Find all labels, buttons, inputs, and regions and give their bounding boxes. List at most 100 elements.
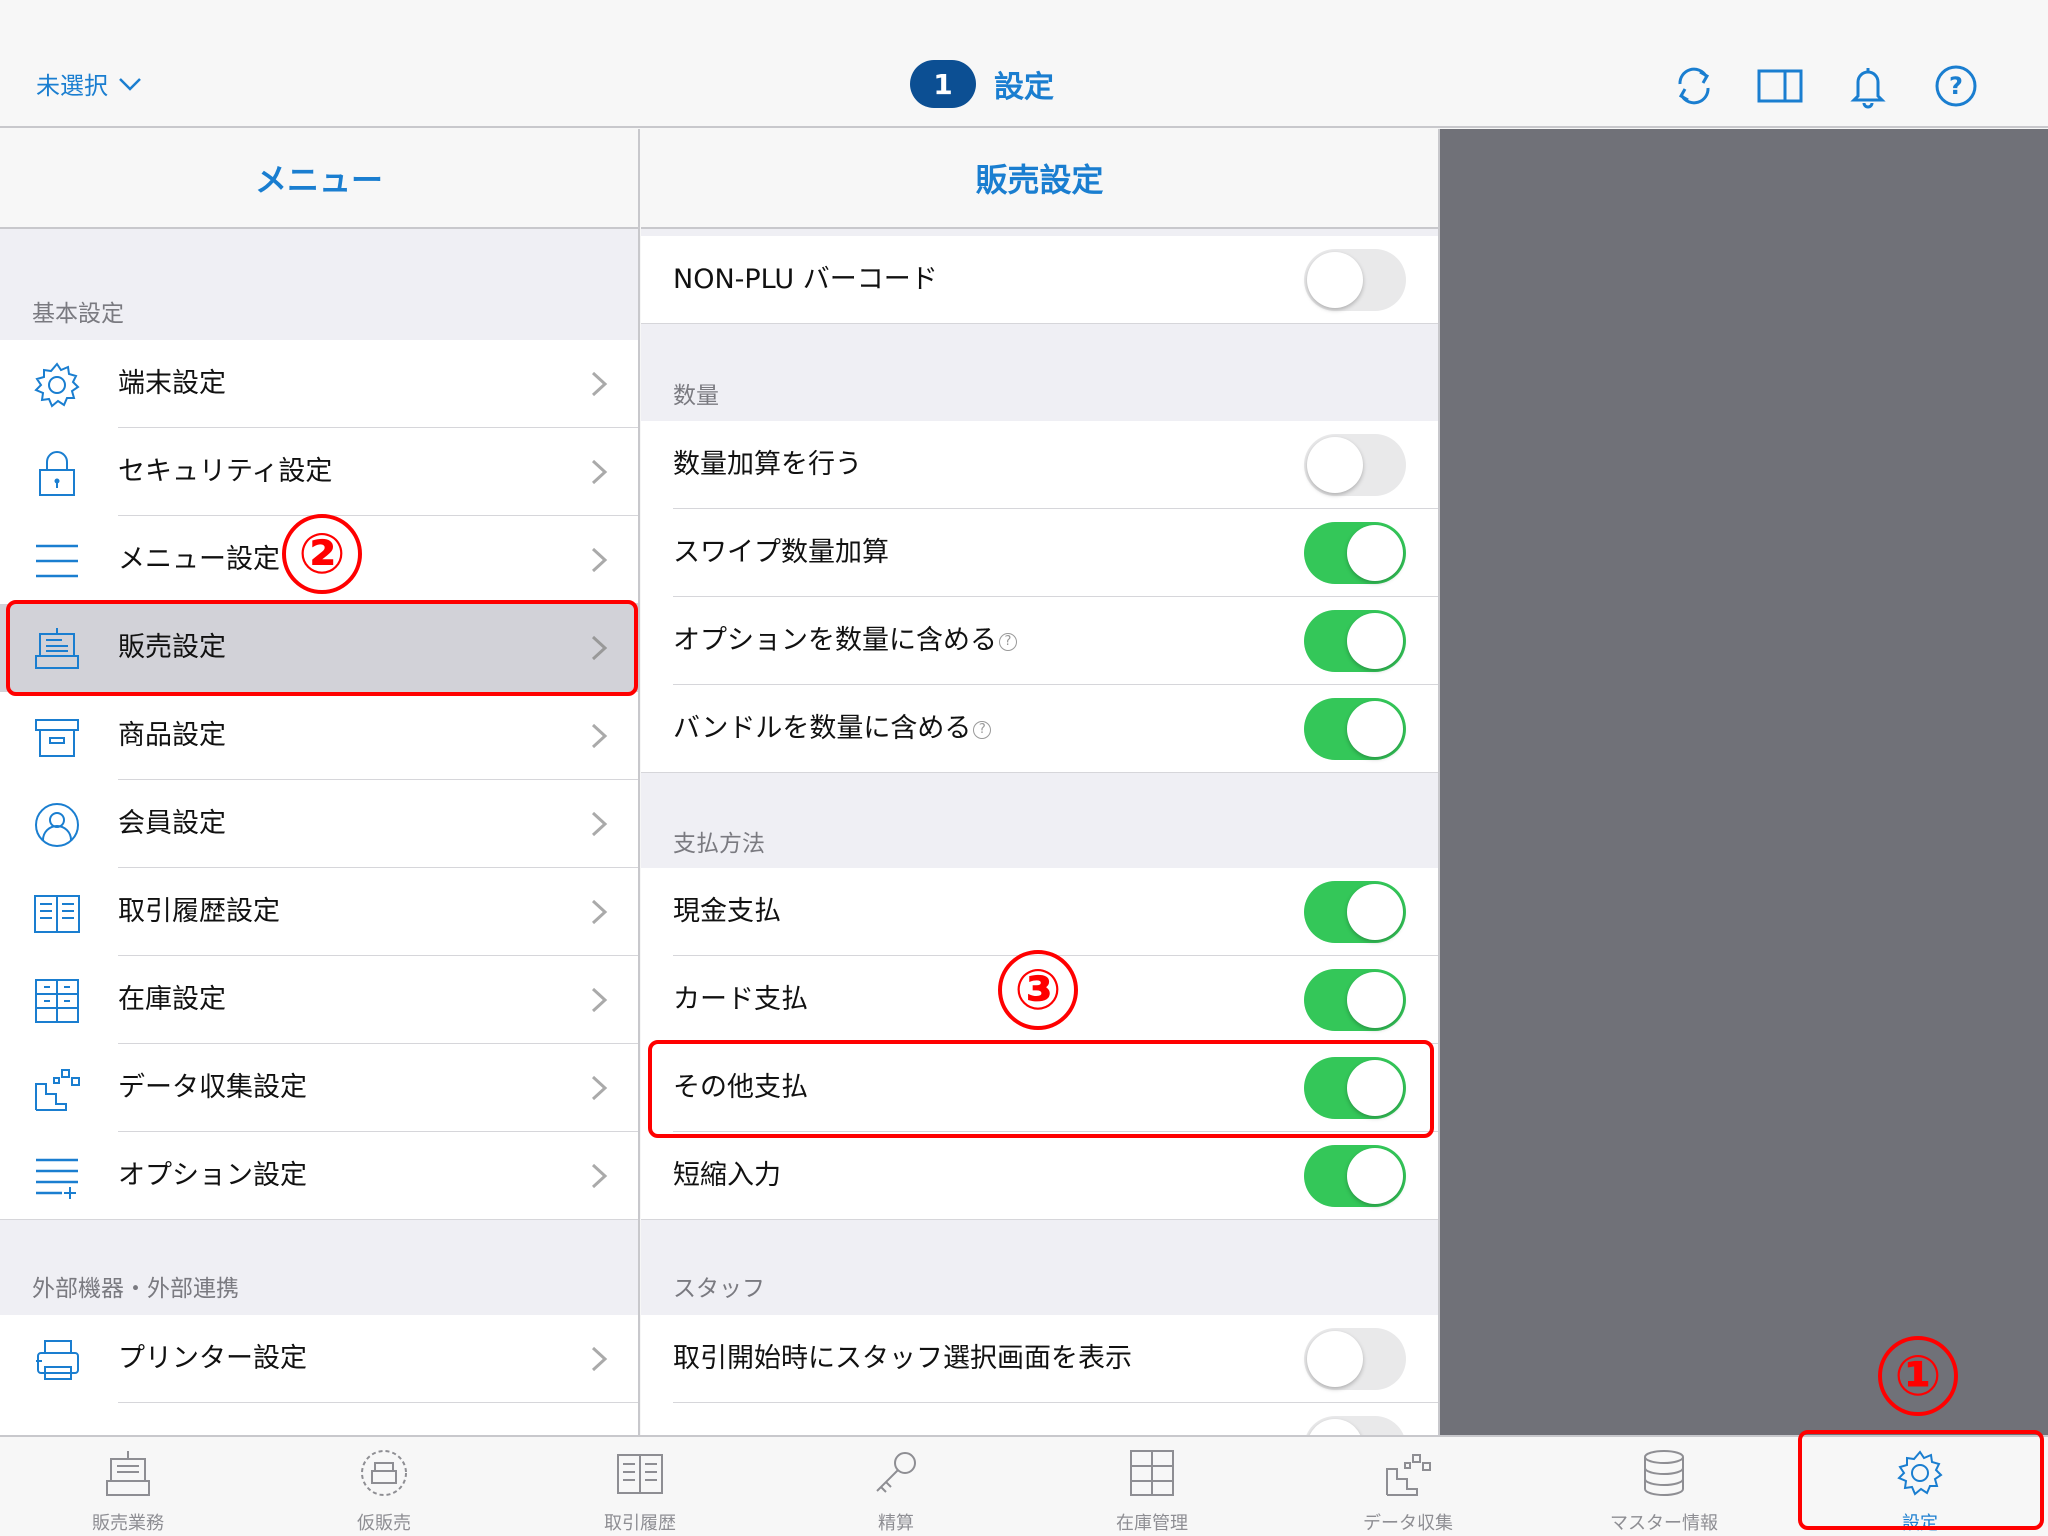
annotation-highlight-sales-settings <box>6 600 638 696</box>
detail-pane <box>1440 129 2048 1435</box>
menu-item-label: データ収集設定 <box>118 1072 307 1103</box>
tab-settlement[interactable]: 精算 <box>768 1437 1024 1536</box>
printer-icon <box>36 1340 79 1380</box>
tab-history[interactable]: 取引履歴 <box>512 1437 768 1536</box>
lock-icon <box>39 451 75 496</box>
annotation-number-one: ① <box>1878 1336 1958 1416</box>
menu-item-label: 在庫設定 <box>118 984 226 1015</box>
toggle-switch[interactable] <box>1304 522 1406 584</box>
toggle-switch[interactable] <box>1304 969 1406 1031</box>
chevron-right-icon <box>591 1163 608 1189</box>
temp-sale-icon <box>361 1450 407 1496</box>
toggle-switch[interactable] <box>1304 249 1406 311</box>
menu-item-label: メニュー設定 <box>118 544 280 575</box>
tab-sales[interactable]: 販売業務 <box>0 1437 256 1536</box>
tab-label: 精算 <box>878 1513 914 1534</box>
sales-settings-pane: 販売設定 NON-PLU バーコード 数量 数量加算を行う スワイプ数量加算 オ… <box>641 129 1440 1435</box>
help-icon[interactable]: ? <box>973 720 992 739</box>
toggle-switch[interactable] <box>1304 1416 1406 1435</box>
annotation-number-three: ③ <box>998 950 1078 1030</box>
section-label-payment: 支払方法 <box>673 831 765 857</box>
menu-item-member[interactable]: 会員設定 <box>0 780 638 868</box>
menu-item-label: 端末設定 <box>118 368 226 399</box>
chevron-right-icon <box>591 459 608 485</box>
menu-item-label: プリンター設定 <box>118 1343 307 1374</box>
notification-badge: 1 <box>910 60 976 108</box>
menu-item-transaction-history[interactable]: 取引履歴設定 <box>0 868 638 956</box>
chevron-down-icon <box>119 77 141 91</box>
setting-row-swipe-quantity: スワイプ数量加算 <box>641 509 1438 597</box>
annotation-highlight-settings-tab <box>1798 1430 2044 1530</box>
setting-row-bundle-quantity: バンドルを数量に含める? <box>641 685 1438 773</box>
bell-icon[interactable] <box>1844 62 1892 110</box>
menu-item-label: 会員設定 <box>118 808 226 839</box>
chevron-right-icon <box>591 1346 608 1372</box>
cabinet-icon <box>35 979 79 1023</box>
tab-label: 仮販売 <box>357 1513 411 1534</box>
help-icon[interactable]: ? <box>999 632 1017 651</box>
tab-temp-sale[interactable]: 仮販売 <box>256 1437 512 1536</box>
menu-item-printer[interactable]: プリンター設定 <box>0 1315 638 1403</box>
menu-item-security[interactable]: セキュリティ設定 <box>0 428 638 516</box>
chevron-right-icon <box>591 547 608 573</box>
top-bar: 未選択 1 設定 ? <box>0 0 2048 128</box>
history-icon <box>617 1454 663 1494</box>
tab-label: 取引履歴 <box>604 1513 676 1534</box>
menu-item-inventory[interactable]: 在庫設定 <box>0 956 638 1044</box>
sync-icon[interactable] <box>1670 62 1718 110</box>
section-label-staff: スタッフ <box>673 1276 765 1302</box>
section-label-basic: 基本設定 <box>32 301 124 327</box>
menu-item-label: セキュリティ設定 <box>118 456 333 487</box>
chevron-right-icon <box>591 1075 608 1101</box>
box-icon <box>35 719 79 757</box>
setting-row-quick-input: 短縮入力 <box>641 1132 1438 1220</box>
menu-item-options[interactable]: オプション設定 <box>0 1132 638 1220</box>
menu-pane: メニュー 基本設定 端末設定 セキュリティ設定 メニュー設定 販売設定 商品設定… <box>0 129 640 1435</box>
tab-data-collection[interactable]: データ収集 <box>1280 1437 1536 1536</box>
sales-settings-header: 販売設定 <box>641 129 1438 229</box>
setting-label: 数量加算を行う <box>673 449 862 480</box>
menu-item-label: 商品設定 <box>118 720 226 751</box>
person-icon <box>35 803 79 847</box>
setting-label: NON-PLU バーコード <box>673 264 938 295</box>
toggle-switch[interactable] <box>1304 698 1406 760</box>
list-plus-icon <box>36 1158 78 1199</box>
setting-row-partial <box>641 1403 1438 1435</box>
chevron-right-icon <box>591 371 608 397</box>
key-icon <box>876 1452 916 1493</box>
toggle-switch[interactable] <box>1304 1328 1406 1390</box>
toggle-switch[interactable] <box>1304 434 1406 496</box>
setting-label: 短縮入力 <box>673 1160 781 1191</box>
data-icon <box>1386 1454 1431 1496</box>
tab-inventory[interactable]: 在庫管理 <box>1024 1437 1280 1536</box>
menu-item-product[interactable]: 商品設定 <box>0 692 638 780</box>
tab-label: データ収集 <box>1363 1513 1453 1534</box>
register-icon <box>106 1451 150 1496</box>
setting-label: 現金支払 <box>673 896 781 927</box>
split-view-icon[interactable] <box>1756 62 1804 110</box>
chevron-right-icon <box>591 723 608 749</box>
menu-item-data-collection[interactable]: データ収集設定 <box>0 1044 638 1132</box>
tab-label: 販売業務 <box>92 1513 164 1534</box>
tab-label: 在庫管理 <box>1116 1513 1188 1534</box>
setting-row-staff-select: 取引開始時にスタッフ選択画面を表示 <box>641 1315 1438 1403</box>
setting-label: 取引開始時にスタッフ選択画面を表示 <box>673 1343 1132 1374</box>
menu-lines-icon <box>36 544 78 578</box>
menu-header: メニュー <box>0 129 638 229</box>
toggle-switch[interactable] <box>1304 610 1406 672</box>
help-icon[interactable]: ? <box>1932 62 1980 110</box>
setting-label: バンドルを数量に含める <box>673 713 972 744</box>
toggle-switch[interactable] <box>1304 881 1406 943</box>
toggle-switch[interactable] <box>1304 1145 1406 1207</box>
setting-label: オプションを数量に含める <box>673 625 997 656</box>
cabinet-icon <box>1130 1450 1174 1496</box>
title-area: 1 設定 <box>910 60 1054 108</box>
svg-text:?: ? <box>1949 72 1963 100</box>
menu-item-label: 取引履歴設定 <box>118 896 280 927</box>
setting-label: カード支払 <box>673 984 808 1015</box>
store-selector[interactable]: 未選択 <box>36 66 142 101</box>
database-icon <box>1644 1450 1684 1496</box>
tab-master-info[interactable]: マスター情報 <box>1536 1437 1792 1536</box>
menu-item-terminal[interactable]: 端末設定 <box>0 340 638 428</box>
setting-label: スワイプ数量加算 <box>673 537 889 568</box>
